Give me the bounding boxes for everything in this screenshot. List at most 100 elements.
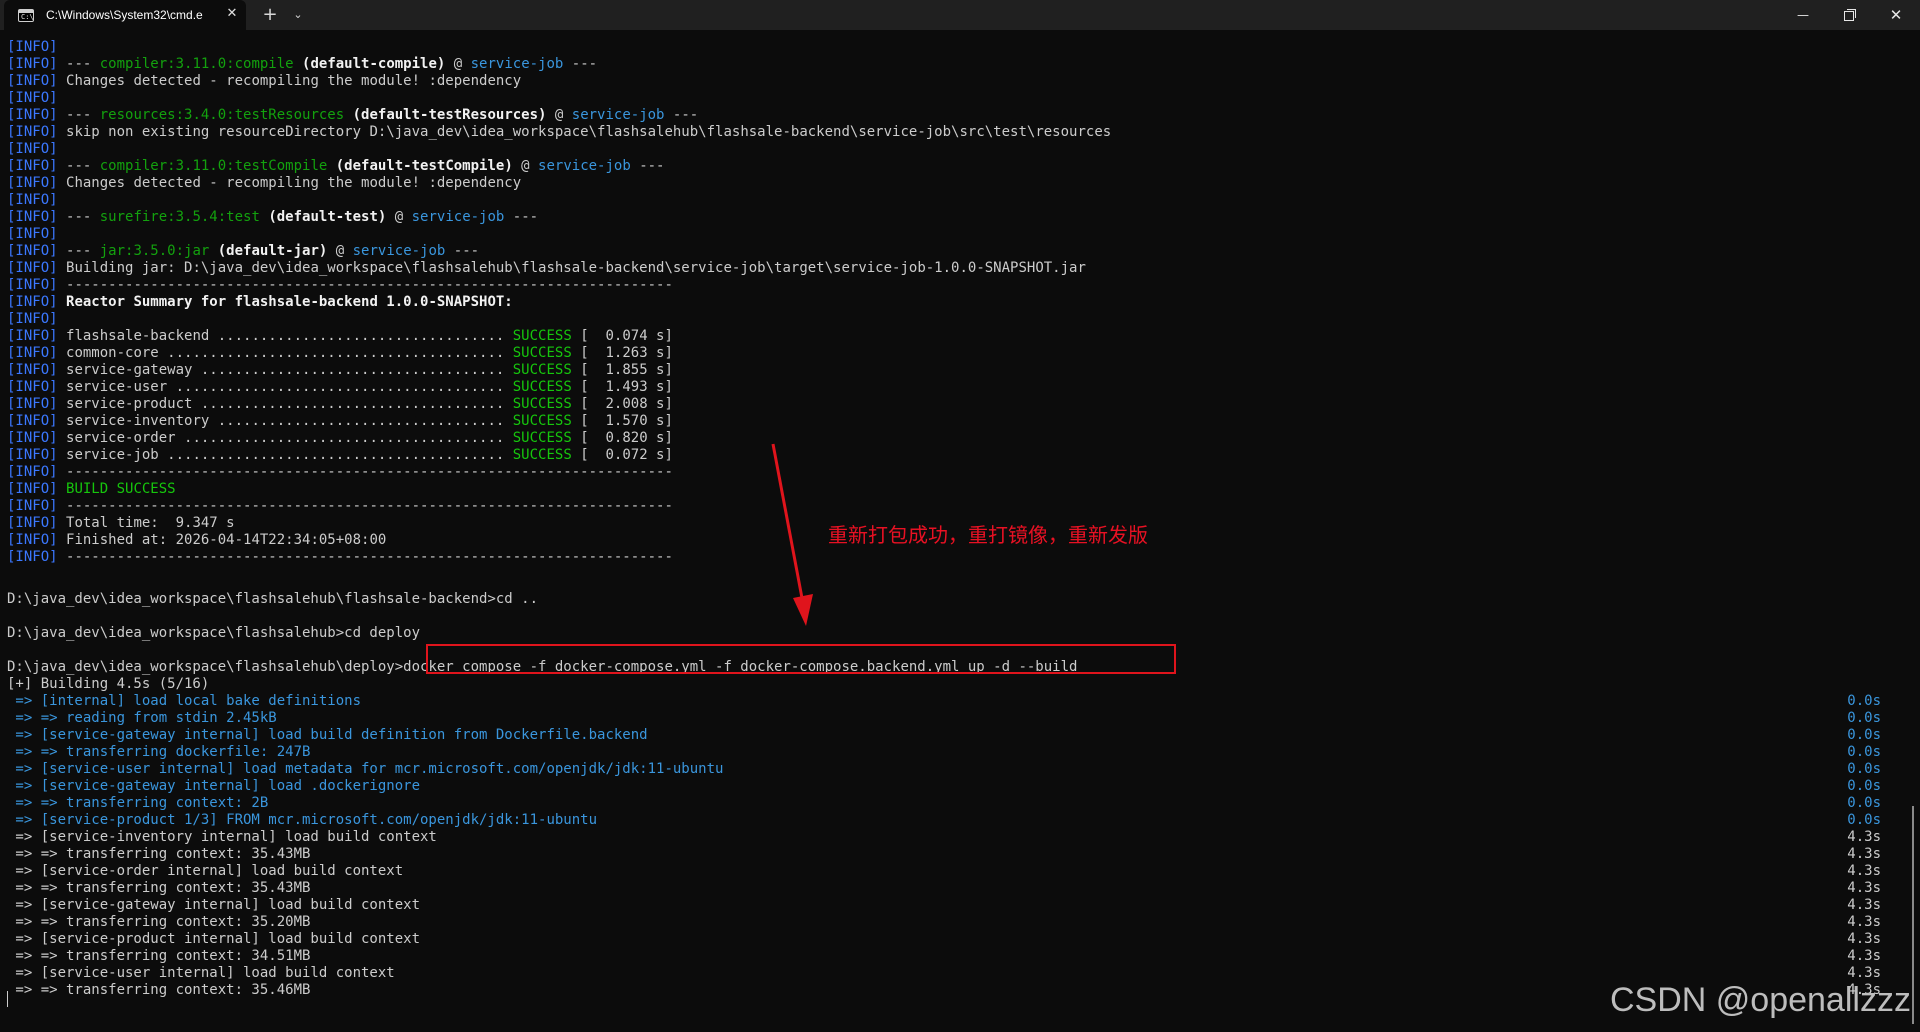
log-segment: service-inventory ......................… [66, 413, 513, 429]
prompt-path: D:\java_dev\idea_workspace\flashsalehub\… [7, 659, 404, 675]
tab-title: C:\Windows\System32\cmd.e [46, 8, 203, 22]
build-step-time: 4.3s [1847, 846, 1881, 862]
info-log-line: [INFO] --- resources:3.4.0:testResources… [7, 107, 698, 124]
log-segment: @ [445, 56, 471, 72]
log-segment: service-job [352, 243, 446, 259]
log-segment: [ 1.263 s] [571, 345, 673, 361]
log-segment: SUCCESS [512, 345, 572, 361]
build-step-line: => => transferring context: 35.43MB [7, 880, 311, 896]
info-log-line: [INFO] [7, 311, 66, 328]
info-tag: [INFO] [7, 158, 58, 174]
info-log-line: [INFO] common-core .....................… [7, 345, 673, 362]
log-segment: Changes detected - recompiling the modul… [66, 175, 522, 191]
info-log-line: [INFO] service-order ...................… [7, 430, 673, 447]
info-tag: [INFO] [7, 56, 58, 72]
info-log-line: [INFO] service-job .....................… [7, 447, 673, 464]
info-tag: [INFO] [7, 464, 58, 480]
log-segment: service-product ........................… [66, 396, 513, 412]
terminal-output[interactable]: [INFO] [INFO] --- compiler:3.11.0:compil… [7, 39, 1887, 999]
log-segment: compiler:3.11.0:testCompile [99, 158, 328, 174]
info-tag: [INFO] [7, 396, 58, 412]
info-log-line: [INFO] Finished at: 2026-04-14T22:34:05+… [7, 532, 386, 549]
log-segment: [ 0.072 s] [571, 447, 673, 463]
chevron-down-icon[interactable]: ⌄ [286, 3, 310, 27]
info-log-line: [INFO] service-gateway .................… [7, 362, 673, 379]
info-tag: [INFO] [7, 430, 58, 446]
log-segment: SUCCESS [512, 447, 572, 463]
build-step-line: => [service-user internal] load build co… [7, 965, 395, 981]
info-tag: [INFO] [7, 277, 58, 293]
info-tag: [INFO] [7, 192, 58, 208]
log-segment: @ [546, 107, 572, 123]
build-step-line: => [service-gateway internal] load build… [7, 727, 648, 743]
info-log-line: [INFO] ---------------------------------… [7, 277, 673, 294]
build-step-line: => => transferring dockerfile: 247B [7, 744, 311, 760]
info-log-line: [INFO] service-user ....................… [7, 379, 673, 396]
log-segment: ----------------------------------------… [66, 549, 673, 565]
build-step-time: 0.0s [1847, 693, 1881, 709]
build-step-time: 0.0s [1847, 727, 1881, 743]
build-step-time: 0.0s [1847, 795, 1881, 811]
log-segment: service-user ...........................… [66, 379, 513, 395]
log-segment: resources:3.4.0:testResources [99, 107, 345, 123]
text-cursor [7, 991, 8, 1007]
info-tag: [INFO] [7, 532, 58, 548]
build-step-line: => => transferring context: 35.43MB [7, 846, 311, 862]
info-tag: [INFO] [7, 328, 58, 344]
log-segment: service-job [571, 107, 665, 123]
log-segment: @ [386, 209, 412, 225]
log-segment: SUCCESS [512, 430, 572, 446]
new-tab-button[interactable]: + [258, 3, 282, 27]
close-window-button[interactable]: ✕ [1873, 0, 1919, 30]
log-segment: @ [512, 158, 539, 174]
scrollbar[interactable] [1912, 806, 1914, 1024]
build-step-line: => => transferring context: 34.51MB [7, 948, 311, 964]
info-tag: [INFO] [7, 379, 58, 395]
info-tag: [INFO] [7, 226, 58, 242]
log-segment: [ 0.820 s] [571, 430, 673, 446]
minimize-button[interactable]: — [1780, 0, 1826, 30]
info-log-line: [INFO] Total time: 9.347 s [7, 515, 235, 532]
build-step-line: => [service-product 1/3] FROM mcr.micros… [7, 812, 598, 828]
terminal-tab[interactable]: C:\ C:\Windows\System32\cmd.e ✕ [4, 0, 246, 30]
log-segment: SUCCESS [512, 362, 572, 378]
tab-close-icon[interactable]: ✕ [222, 4, 242, 24]
log-segment: (default-testCompile) [327, 158, 513, 174]
annotation-arrow [771, 443, 813, 626]
log-segment: Finished at: 2026-04-14T22:34:05+08:00 [66, 532, 387, 548]
csdn-watermark: CSDN @openallzzz [1610, 981, 1911, 1019]
build-step-time: 0.0s [1847, 744, 1881, 760]
log-segment: Reactor Summary for flashsale-backend 1.… [66, 294, 513, 310]
info-tag: [INFO] [7, 90, 58, 106]
log-segment: compiler:3.11.0:compile [99, 56, 294, 72]
build-step-time: 0.0s [1847, 761, 1881, 777]
build-step-line: => [service-user internal] load metadata… [7, 761, 724, 777]
info-tag: [INFO] [7, 73, 58, 89]
info-tag: [INFO] [7, 107, 58, 123]
build-step-time: 0.0s [1847, 778, 1881, 794]
log-segment: Building jar: D:\java_dev\idea_workspace… [66, 260, 1086, 276]
info-tag: [INFO] [7, 345, 58, 361]
log-segment: --- [66, 209, 100, 225]
log-segment: SUCCESS [512, 413, 572, 429]
log-segment: service-job [411, 209, 505, 225]
log-segment: [ 1.570 s] [571, 413, 673, 429]
info-tag: [INFO] [7, 549, 58, 565]
info-tag: [INFO] [7, 294, 58, 310]
log-segment: (default-testResources) [344, 107, 547, 123]
info-tag: [INFO] [7, 498, 58, 514]
info-tag: [INFO] [7, 243, 58, 259]
log-segment: (default-compile) [293, 56, 446, 72]
build-step-time: 0.0s [1847, 710, 1881, 726]
log-segment: --- [66, 56, 100, 72]
log-segment: BUILD SUCCESS [66, 481, 176, 497]
log-segment: --- [563, 56, 598, 72]
info-tag: [INFO] [7, 39, 58, 55]
log-segment: ----------------------------------------… [66, 464, 673, 480]
build-step-line: => => transferring context: 35.46MB [7, 982, 311, 998]
info-log-line: [INFO] [7, 226, 66, 243]
info-log-line: [INFO] Changes detected - recompiling th… [7, 73, 521, 90]
build-step-time: 4.3s [1847, 931, 1881, 947]
restore-button[interactable] [1826, 0, 1872, 30]
info-log-line: [INFO] --- surefire:3.5.4:test (default-… [7, 209, 538, 226]
